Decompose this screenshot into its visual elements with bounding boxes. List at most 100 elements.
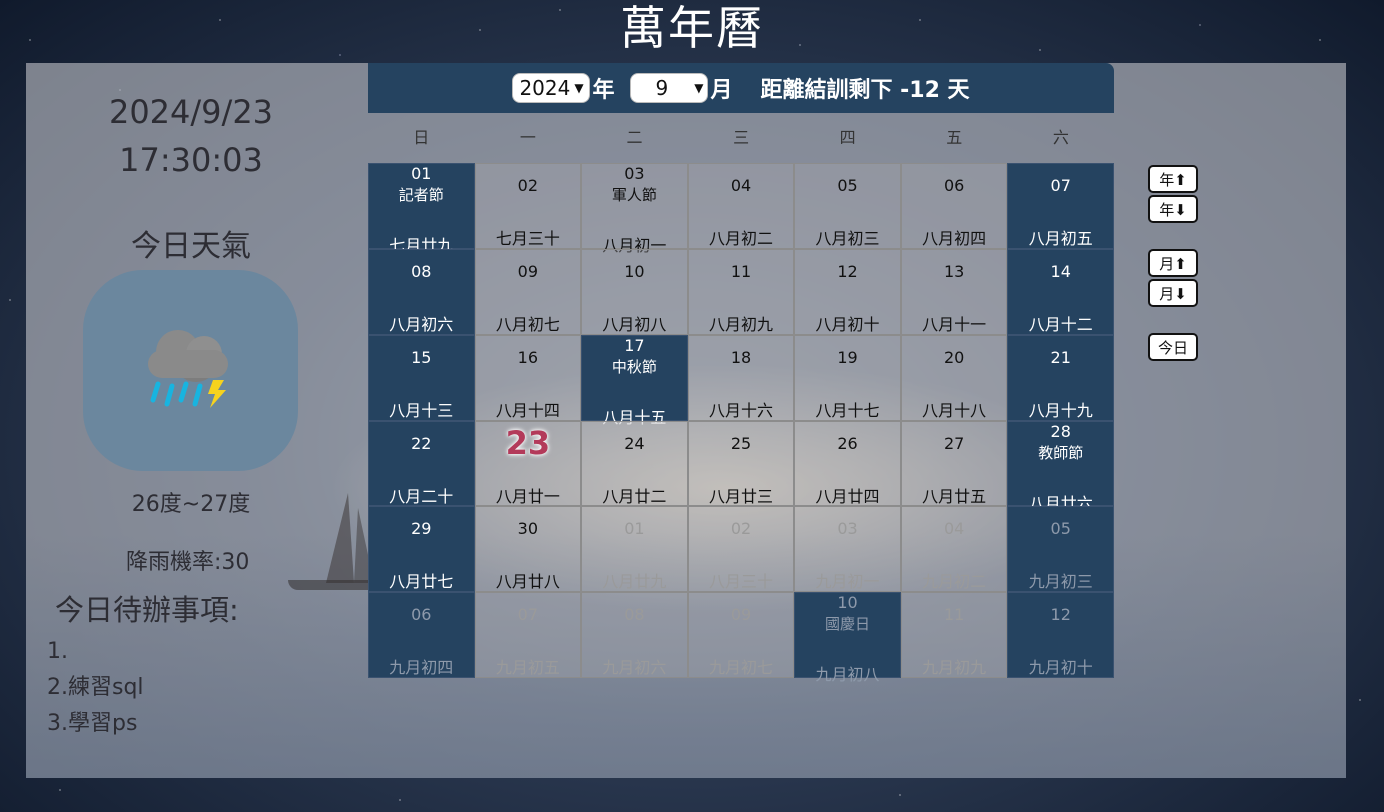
calendar-day-cell[interactable]: 06 八月初四 <box>900 163 1008 249</box>
calendar-day-cell[interactable]: 11 九月初九 <box>900 592 1008 678</box>
calendar-day-cell[interactable]: 25 八月廿三 <box>687 420 795 507</box>
day-number: 08 <box>624 605 645 625</box>
weekday-label: 六 <box>1052 128 1069 147</box>
calendar-day-cell[interactable]: 04 九月初二 <box>900 506 1008 593</box>
calendar-day-cell[interactable]: 05 九月初三 <box>1007 506 1114 593</box>
todo-item: 2.練習sql <box>47 675 144 700</box>
day-number: 05 <box>837 176 858 195</box>
calendar-day-cell[interactable]: 03 九月初一 <box>794 506 901 593</box>
weekday-row: 日 一 二 三 四 五 六 <box>368 123 1114 153</box>
calendar-day-cell[interactable]: 17 中秋節 八月十五 <box>581 334 688 427</box>
weekday-label: 二 <box>626 128 643 147</box>
lunar-date: 九月初十 <box>1028 658 1093 678</box>
day-number: 16 <box>517 347 539 367</box>
day-number: 07 <box>517 605 539 625</box>
calendar-day-cell[interactable]: 30 八月廿八 <box>474 506 582 593</box>
calendar-day-cell[interactable]: 27 八月廿五 <box>900 420 1008 507</box>
calendar-day-cell[interactable]: 12 八月初十 <box>794 248 901 335</box>
lunar-date: 八月初五 <box>1028 229 1093 248</box>
calendar-day-cell[interactable]: 06 九月初四 <box>368 592 475 678</box>
day-number: 10 <box>837 593 858 613</box>
festival-label: 軍人節 <box>611 186 657 204</box>
year-select[interactable]: 2024 ▼ <box>512 73 591 103</box>
day-number: 07 <box>1050 176 1071 195</box>
rain-chance: 降雨機率:30 <box>126 550 250 575</box>
calendar-day-cell[interactable]: 07 九月初五 <box>474 592 582 678</box>
lunar-date: 八月十一 <box>922 314 987 334</box>
lunar-date: 八月初二 <box>708 229 773 248</box>
calendar-day-cell[interactable]: 01 八月廿九 <box>581 506 688 593</box>
calendar-day-cell[interactable]: 29 八月廿七 <box>368 506 475 593</box>
calendar-day-cell[interactable]: 01 記者節 七月廿九 <box>368 163 475 255</box>
month-down-button[interactable]: 月⬇ <box>1148 279 1198 307</box>
month-up-button[interactable]: 月⬆ <box>1148 249 1198 277</box>
calendar-day-cell[interactable]: 02 八月三十 <box>687 506 795 593</box>
day-number: 19 <box>837 347 858 367</box>
lunar-date: 九月初一 <box>815 572 880 592</box>
calendar-day-cell[interactable]: 09 八月初七 <box>474 248 582 335</box>
lunar-date: 八月十二 <box>1028 314 1093 334</box>
calendar-day-cell[interactable]: 24 八月廿二 <box>581 420 688 507</box>
calendar-day-cell[interactable]: 02 七月三十 <box>474 163 582 249</box>
day-number: 28 <box>1050 421 1071 441</box>
day-number: 04 <box>943 519 965 539</box>
day-number: 30 <box>517 519 539 539</box>
calendar-day-cell[interactable]: 05 八月初三 <box>794 163 901 249</box>
month-select[interactable]: 9 ▼ <box>630 73 709 103</box>
calendar-day-cell[interactable]: 15 八月十三 <box>368 334 475 421</box>
day-number: 05 <box>1050 519 1071 539</box>
day-number: 11 <box>730 261 752 281</box>
day-number: 10 <box>624 261 645 281</box>
info-sidebar: 2024/9/23 17:30:03 今日天氣 26度~27度 降雨機率:30 … <box>26 63 356 778</box>
calendar-day-cell[interactable]: 08 九月初六 <box>581 592 688 678</box>
day-number: 23 <box>505 423 551 462</box>
main-panel: 2024/9/23 17:30:03 今日天氣 26度~27度 降雨機率:30 … <box>26 63 1346 778</box>
year-down-button[interactable]: 年⬇ <box>1148 195 1198 223</box>
calendar-day-cell[interactable]: 08 八月初六 <box>368 248 475 335</box>
day-number: 13 <box>943 261 965 281</box>
lunar-date: 八月十三 <box>389 400 454 420</box>
calendar-day-cell[interactable]: 11 八月初九 <box>687 248 795 335</box>
page-title: 萬年曆 <box>620 1 764 55</box>
calendar-day-cell[interactable]: 12 九月初十 <box>1007 592 1114 678</box>
calendar-day-cell[interactable]: 28 教師節 八月廿六 <box>1007 420 1114 513</box>
thunderstorm-rain-icon <box>148 330 228 408</box>
lunar-date: 八月初七 <box>495 314 560 334</box>
calendar-day-cell[interactable]: 09 九月初七 <box>687 592 795 678</box>
calendar-day-cell[interactable]: 10 國慶日 九月初八 <box>794 592 901 684</box>
calendar-day-cell[interactable]: 14 八月十二 <box>1007 248 1114 335</box>
day-number: 17 <box>624 335 645 355</box>
weekday-label: 三 <box>733 128 750 147</box>
todo-item: 1. <box>47 639 68 664</box>
calendar-day-cell[interactable]: 22 八月二十 <box>368 420 475 507</box>
day-number: 06 <box>943 176 965 195</box>
calendar-day-cell[interactable]: 18 八月十六 <box>687 334 795 421</box>
calendar-day-cell[interactable]: 19 八月十七 <box>794 334 901 421</box>
lunar-date: 九月初四 <box>389 658 454 678</box>
lunar-date: 九月初九 <box>922 658 987 678</box>
countdown-text: 距離結訓剩下 -12 天 <box>760 78 970 103</box>
calendar-day-cell[interactable]: 21 八月十九 <box>1007 334 1114 421</box>
calendar-day-cell[interactable]: 26 八月廿四 <box>794 420 901 507</box>
today-button[interactable]: 今日 <box>1148 333 1198 361</box>
lunar-date: 九月初八 <box>815 665 880 685</box>
festival-label: 中秋節 <box>611 357 657 376</box>
lunar-date: 八月廿七 <box>389 572 454 592</box>
calendar-day-cell[interactable]: 23 八月廿一 <box>474 420 582 507</box>
lunar-date: 九月初七 <box>708 658 773 678</box>
year-up-button[interactable]: 年⬆ <box>1148 165 1198 193</box>
lunar-date: 九月初五 <box>495 658 560 678</box>
calendar-day-cell[interactable]: 16 八月十四 <box>474 334 582 421</box>
calendar-day-cell[interactable]: 10 八月初八 <box>581 248 688 335</box>
calendar-day-cell[interactable]: 07 八月初五 <box>1007 163 1114 249</box>
calendar-day-cell[interactable]: 20 八月十八 <box>900 334 1008 421</box>
day-number: 03 <box>624 164 645 183</box>
calendar-day-cell[interactable]: 03 軍人節 八月初一 <box>581 163 688 255</box>
lunar-date: 八月初九 <box>708 314 773 334</box>
day-number: 04 <box>730 176 752 195</box>
day-number: 02 <box>730 519 752 539</box>
calendar-day-cell[interactable]: 13 八月十一 <box>900 248 1008 335</box>
calendar-day-cell[interactable]: 04 八月初二 <box>687 163 795 249</box>
day-number: 06 <box>411 605 432 625</box>
lunar-date: 八月廿八 <box>495 572 560 592</box>
